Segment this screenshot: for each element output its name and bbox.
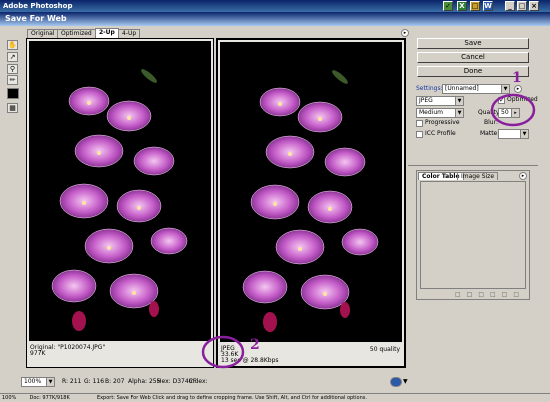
minimize-button[interactable]: _ (505, 1, 515, 11)
app-title: Adobe Photoshop (3, 2, 73, 10)
chevron-down-icon: ▼ (455, 109, 463, 117)
original-pane: Original: "P1020074.JPG" 977K (26, 38, 214, 368)
readout-b: B: 207 (105, 378, 125, 385)
hand-tool-icon[interactable]: ✋ (7, 40, 18, 50)
eyedropper-color-swatch[interactable] (7, 88, 19, 99)
annotation-circle-2 (201, 335, 245, 369)
color-table-panel: Color Table Image Size ▸ □□□□□□ (416, 170, 530, 300)
annotation-number-2: 2 (250, 337, 260, 353)
zoom-value: 100% (24, 378, 42, 385)
folder-icon[interactable]: □ (470, 1, 480, 11)
slice-select-icon[interactable]: ↗ (7, 52, 18, 62)
panel-divider (408, 165, 538, 166)
eyedropper-icon[interactable]: ✏ (7, 75, 18, 85)
original-info: Original: "P1020074.JPG" 977K (30, 345, 105, 357)
taskbar-icon[interactable]: ✓ (443, 1, 453, 11)
progressive-checkbox[interactable] (416, 120, 423, 127)
color-table-grid[interactable] (420, 181, 526, 289)
matte-label: Matte: (480, 130, 500, 137)
format-select[interactable]: JPEG ▼ (416, 96, 464, 106)
dialog-title: Save For Web (5, 14, 67, 23)
maximize-button[interactable]: □ (517, 1, 527, 11)
optimized-pane: JPEG 33.6K 13 sec @ 28.8Kbps 50 quality (216, 38, 406, 368)
original-image[interactable] (29, 41, 211, 341)
readout-r: R: 211 (62, 378, 82, 385)
readout-index: Index: (189, 378, 208, 385)
orchid-image-optimized (242, 70, 379, 332)
matte-select[interactable]: ▼ (498, 129, 529, 139)
tab-original[interactable]: Original (27, 29, 59, 38)
browser-menu-chevron-icon[interactable]: ▼ (403, 378, 408, 385)
cancel-button[interactable]: Cancel (417, 52, 529, 63)
browser-preview-icon[interactable] (390, 377, 402, 387)
status-zoom: 100% (2, 395, 17, 401)
original-size: 977K (30, 350, 46, 357)
status-message: Export: Save For Web Click and drag to d… (96, 395, 367, 401)
color-table-menu-icon[interactable]: ▸ (519, 172, 527, 180)
chevron-down-icon: ▼ (520, 130, 528, 138)
annotation-number-1: 1 (512, 70, 522, 86)
icc-profile-checkbox[interactable] (416, 131, 423, 138)
tabs-menu-icon[interactable]: ▸ (401, 29, 409, 37)
tab-optimized[interactable]: Optimized (57, 29, 96, 38)
save-button[interactable]: Save (417, 38, 529, 49)
close-button[interactable]: × (529, 1, 539, 11)
word-icon[interactable]: W (483, 1, 493, 11)
app-titlebar: Adobe Photoshop (0, 0, 550, 12)
progressive-label: Progressive (425, 119, 460, 126)
status-bar: 100% Doc: 977K/918K Export: Save For Web… (0, 393, 550, 402)
quality-level-value: Medium (419, 109, 443, 116)
settings-label: Settings: (416, 85, 443, 92)
zoom-select[interactable]: 100% ▼ (21, 377, 55, 387)
optimized-quality: 50 quality (369, 346, 400, 353)
zoom-tool-icon[interactable]: ⚲ (7, 64, 18, 74)
toggle-slices-icon[interactable]: ▦ (7, 103, 18, 113)
tab-4-up[interactable]: 4-Up (118, 29, 141, 38)
quality-level-select[interactable]: Medium ▼ (416, 108, 464, 118)
annotation-circle-1 (490, 93, 536, 127)
icc-profile-label: ICC Profile (425, 130, 456, 137)
optimized-image[interactable] (220, 42, 402, 342)
readout-alpha: Alpha: 255 (128, 378, 161, 385)
orchid-image (51, 69, 188, 331)
dialog-titlebar: Save For Web (0, 12, 550, 26)
color-table-tools[interactable]: □□□□□□ (455, 291, 525, 298)
excel-icon[interactable]: X (457, 1, 467, 11)
chevron-down-icon: ▼ (455, 97, 463, 105)
settings-preset-value: [Unnamed] (445, 85, 479, 92)
format-value: JPEG (419, 97, 433, 104)
status-doc-size: Doc: 977K/918K (29, 395, 70, 401)
readout-g: G: 116 (84, 378, 105, 385)
tab-image-size[interactable]: Image Size (457, 172, 499, 180)
tab-2-up[interactable]: 2-Up (95, 28, 119, 38)
chevron-down-icon: ▼ (46, 378, 54, 386)
